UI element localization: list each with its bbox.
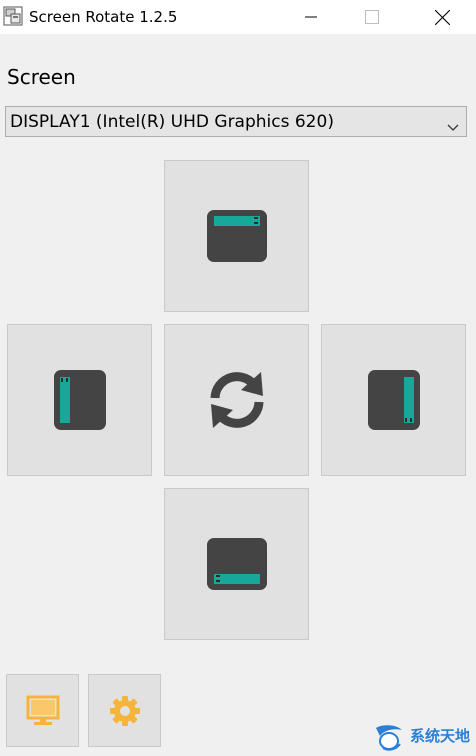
rotate-auto-button[interactable] xyxy=(164,324,309,476)
monitor-landscape-icon xyxy=(206,210,267,262)
title-bar[interactable]: Screen Rotate 1.2.5 xyxy=(0,0,476,34)
gear-icon xyxy=(109,695,140,726)
rotate-portrait-button[interactable] xyxy=(7,324,152,476)
settings-button[interactable] xyxy=(88,674,161,747)
monitor-portrait-flipped-icon xyxy=(367,370,420,430)
maximize-icon xyxy=(365,10,379,24)
close-button[interactable] xyxy=(419,0,465,34)
app-window: Screen Rotate 1.2.5 Screen DISPLAY1 (Int… xyxy=(0,0,476,753)
monitor-landscape-flipped-icon xyxy=(206,538,267,590)
rotate-landscape-button[interactable] xyxy=(164,160,309,312)
minimize-button[interactable] xyxy=(288,0,334,34)
close-icon xyxy=(434,9,450,25)
screen-label: Screen xyxy=(7,65,76,89)
monitor-icon xyxy=(26,695,59,725)
sync-icon xyxy=(210,372,263,428)
rotate-portrait-flipped-button[interactable] xyxy=(321,324,466,476)
display-select-value: DISPLAY1 (Intel(R) UHD Graphics 620) xyxy=(10,112,334,132)
display-select[interactable]: DISPLAY1 (Intel(R) UHD Graphics 620) xyxy=(5,106,467,137)
minimize-icon xyxy=(305,16,317,18)
app-icon xyxy=(3,6,23,26)
chevron-down-icon xyxy=(447,117,459,136)
rotate-landscape-flipped-button[interactable] xyxy=(164,488,309,640)
display-button[interactable] xyxy=(6,674,79,747)
window-title: Screen Rotate 1.2.5 xyxy=(29,8,178,26)
watermark-text: 系统天地 xyxy=(410,727,471,745)
monitor-portrait-icon xyxy=(53,370,106,430)
watermark-logo-icon xyxy=(372,722,406,756)
maximize-button[interactable] xyxy=(349,0,395,34)
watermark: 系统天地 xyxy=(372,720,476,753)
